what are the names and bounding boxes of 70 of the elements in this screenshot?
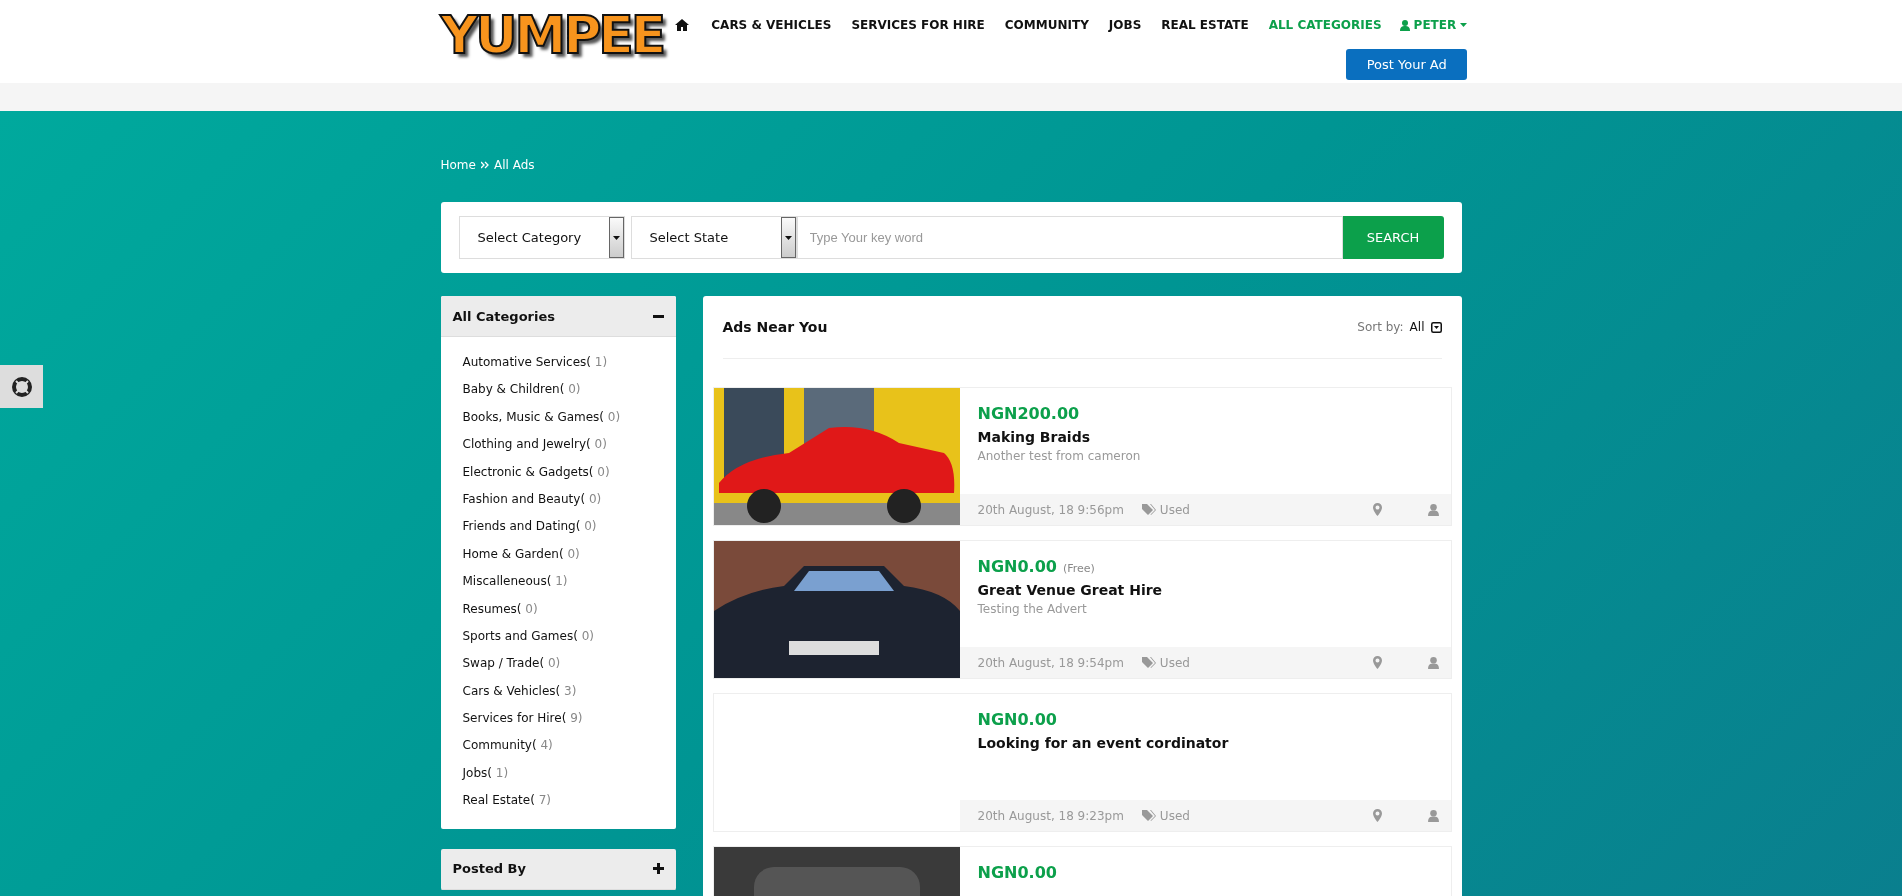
ad-condition: Used bbox=[1159, 808, 1190, 823]
ad-price: NGN200.00 bbox=[977, 404, 1080, 423]
category-link[interactable]: Miscalleneous( 1) bbox=[462, 568, 654, 596]
nav-link[interactable]: REAL ESTATE bbox=[1151, 18, 1259, 32]
map-pin-icon[interactable] bbox=[1372, 503, 1382, 516]
category-link[interactable]: Jobs( 1) bbox=[462, 759, 654, 788]
ad-price: NGN0.00 bbox=[977, 557, 1057, 576]
ad-date: 20th August, 18 9:54pm bbox=[977, 655, 1124, 670]
category-link[interactable]: Real Estate( 7) bbox=[462, 787, 654, 815]
category-link[interactable]: Sports and Games( 0) bbox=[462, 622, 654, 651]
category-link[interactable]: Resumes( 0) bbox=[462, 595, 654, 623]
category-link[interactable]: Books, Music & Games( 0) bbox=[462, 403, 654, 432]
ad-title[interactable]: Making Braids bbox=[977, 429, 1433, 445]
category-link[interactable]: Home & Garden( 0) bbox=[462, 540, 654, 569]
home-icon[interactable] bbox=[675, 19, 690, 31]
keyword-input[interactable]: Type Your key word bbox=[796, 216, 1343, 259]
category-link[interactable]: Community( 4) bbox=[462, 732, 654, 760]
panel-header[interactable]: All Categories bbox=[440, 296, 676, 337]
category-link[interactable]: Electronic & Gadgets( 0) bbox=[462, 458, 654, 486]
nav-link[interactable]: CARS & VEHICLES bbox=[701, 18, 842, 32]
ad-condition: Used bbox=[1159, 655, 1190, 670]
category-link[interactable]: Baby & Children( 0) bbox=[462, 376, 654, 404]
sort-dropdown[interactable]: All bbox=[1409, 320, 1425, 334]
price-note: (Free) bbox=[1062, 562, 1095, 575]
caret-icon bbox=[1460, 23, 1468, 27]
dropdown[interactable]: Select State bbox=[630, 216, 797, 259]
map-pin-icon[interactable] bbox=[1372, 656, 1382, 669]
ad-price: NGN0.00 bbox=[977, 863, 1057, 882]
panel-title: All Categories bbox=[452, 308, 555, 324]
plus-icon[interactable] bbox=[652, 863, 664, 875]
ad-title[interactable]: Looking for an event cordinator bbox=[977, 735, 1433, 751]
minus-icon[interactable] bbox=[652, 314, 664, 318]
lifebuoy-icon[interactable] bbox=[10, 375, 33, 398]
ad-condition: Used bbox=[1159, 502, 1190, 517]
section-title: Ads Near You bbox=[722, 319, 828, 335]
ad-date: 20th August, 18 9:23pm bbox=[977, 808, 1124, 823]
ad-title[interactable]: Great Venue Great Hire bbox=[977, 582, 1433, 598]
dropdown[interactable]: Select Category bbox=[458, 216, 625, 259]
caret-icon bbox=[784, 235, 792, 240]
user-icon[interactable] bbox=[1427, 809, 1439, 822]
ad-price: NGN0.00 bbox=[977, 710, 1057, 729]
nav-link[interactable]: COMMUNITY bbox=[994, 18, 1099, 32]
ad-description: Testing the Advert bbox=[977, 602, 1088, 616]
panel-header[interactable]: Posted By bbox=[440, 848, 676, 890]
ad-date: 20th August, 18 9:56pm bbox=[977, 502, 1124, 517]
nav-link[interactable]: SERVICES FOR HIRE bbox=[841, 18, 995, 32]
category-link[interactable]: Automative Services( 1) bbox=[462, 349, 654, 377]
category-link[interactable]: Fashion and Beauty( 0) bbox=[462, 485, 654, 514]
category-link[interactable]: Services for Hire( 9) bbox=[462, 705, 654, 733]
dropdown-icon[interactable] bbox=[1430, 321, 1442, 333]
chevrons-icon bbox=[480, 161, 489, 169]
category-link[interactable]: Clothing and Jewelry( 0) bbox=[462, 431, 654, 459]
car-photo[interactable] bbox=[713, 388, 960, 525]
category-link[interactable]: Friends and Dating( 0) bbox=[462, 513, 654, 541]
tag-icon bbox=[1141, 504, 1156, 515]
map-pin-icon[interactable] bbox=[1372, 809, 1382, 822]
tag-icon bbox=[1141, 657, 1156, 668]
ad-description: Another test from cameron bbox=[977, 449, 1142, 463]
panel-title: Posted By bbox=[452, 861, 526, 877]
category-link[interactable]: Swap / Trade( 0) bbox=[462, 650, 654, 678]
user-icon[interactable] bbox=[1427, 503, 1439, 516]
nav-link[interactable]: JOBS bbox=[1098, 18, 1152, 32]
category-link[interactable]: Cars & Vehicles( 3) bbox=[462, 677, 654, 706]
tag-icon bbox=[1141, 810, 1156, 821]
user-icon bbox=[1399, 19, 1410, 31]
user-icon[interactable] bbox=[1427, 656, 1439, 669]
caret-icon bbox=[612, 235, 620, 240]
car-photo[interactable] bbox=[713, 541, 960, 678]
sort-label: Sort by: bbox=[1357, 320, 1404, 334]
post-ad-button[interactable]: Post Your Ad bbox=[1346, 49, 1468, 80]
